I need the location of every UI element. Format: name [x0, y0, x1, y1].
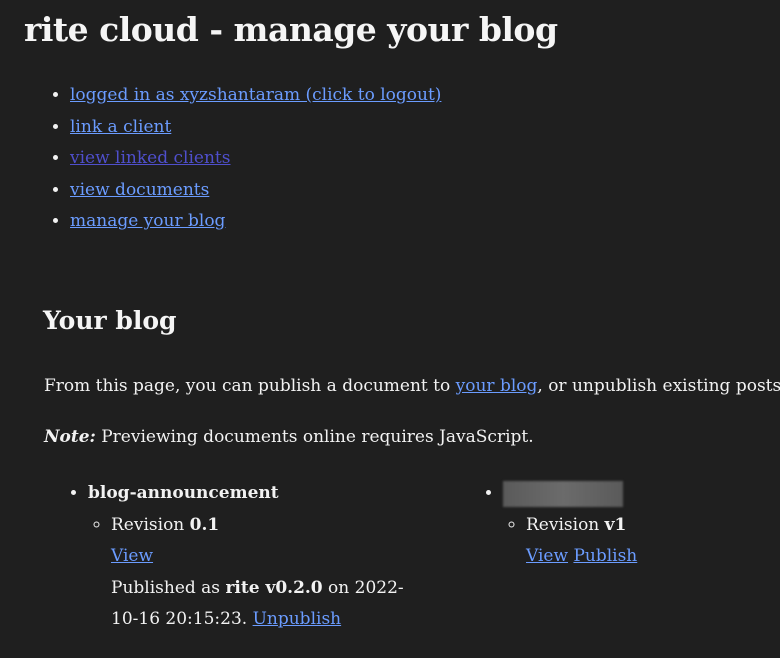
published-version: rite v0.2.0: [225, 577, 323, 598]
logout-link[interactable]: logged in as xyzshantaram (click to logo…: [70, 85, 441, 105]
revision-prefix: Revision: [111, 514, 190, 535]
revision-item: Revision v1 View Publish: [526, 510, 760, 573]
revision-number: v1: [604, 514, 627, 535]
nav-item-logout: logged in as xyzshantaram (click to logo…: [70, 80, 441, 112]
document-item: blog-announcement Revision 0.1 View Publ…: [88, 478, 445, 636]
section-heading: Your blog: [43, 306, 177, 335]
note-text: Note: Previewing documents online requir…: [44, 427, 534, 447]
document-card-0: blog-announcement Revision 0.1 View Publ…: [65, 478, 445, 636]
redacted-document-title: [503, 480, 623, 507]
view-linked-clients-link[interactable]: view linked clients: [70, 148, 231, 168]
published-prefix: Published as: [111, 577, 226, 598]
revision-number: 0.1: [189, 514, 220, 535]
intro-text: From this page, you can publish a docume…: [44, 376, 780, 396]
intro-prefix: From this page, you can publish a docume…: [44, 376, 456, 396]
nav-item-link-client: link a client: [70, 112, 441, 144]
note-body: Previewing documents online requires Jav…: [95, 427, 534, 447]
intro-suffix: , or unpublish existing posts.: [537, 376, 780, 396]
note-label: Note:: [44, 427, 96, 447]
view-link[interactable]: View: [526, 546, 568, 566]
document-title: blog-announcement: [88, 483, 279, 503]
revision-label: Revision v1: [526, 515, 626, 535]
revision-item: Revision 0.1 View Published as rite v0.2…: [111, 510, 445, 636]
unpublish-link[interactable]: Unpublish: [253, 609, 342, 629]
nav-item-manage-blog: manage your blog: [70, 206, 441, 238]
your-blog-link[interactable]: your blog: [456, 376, 538, 396]
nav-item-documents: view documents: [70, 175, 441, 207]
nav-item-linked-clients: view linked clients: [70, 143, 441, 175]
page-title: rite cloud - manage your blog: [24, 10, 558, 49]
link-client-link[interactable]: link a client: [70, 117, 171, 137]
nav-list: logged in as xyzshantaram (click to logo…: [48, 80, 441, 238]
document-item: Revision v1 View Publish: [503, 478, 760, 573]
page: rite cloud - manage your blog logged in …: [0, 0, 780, 658]
published-status: Published as rite v0.2.0 on 2022-10-16 2…: [111, 573, 411, 636]
view-link[interactable]: View: [111, 546, 153, 566]
revision-label: Revision 0.1: [111, 515, 219, 535]
publish-link[interactable]: Publish: [573, 546, 637, 566]
manage-blog-link[interactable]: manage your blog: [70, 211, 225, 231]
view-documents-link[interactable]: view documents: [70, 180, 209, 200]
document-card-1: Revision v1 View Publish: [480, 478, 760, 573]
revision-prefix: Revision: [526, 514, 605, 535]
